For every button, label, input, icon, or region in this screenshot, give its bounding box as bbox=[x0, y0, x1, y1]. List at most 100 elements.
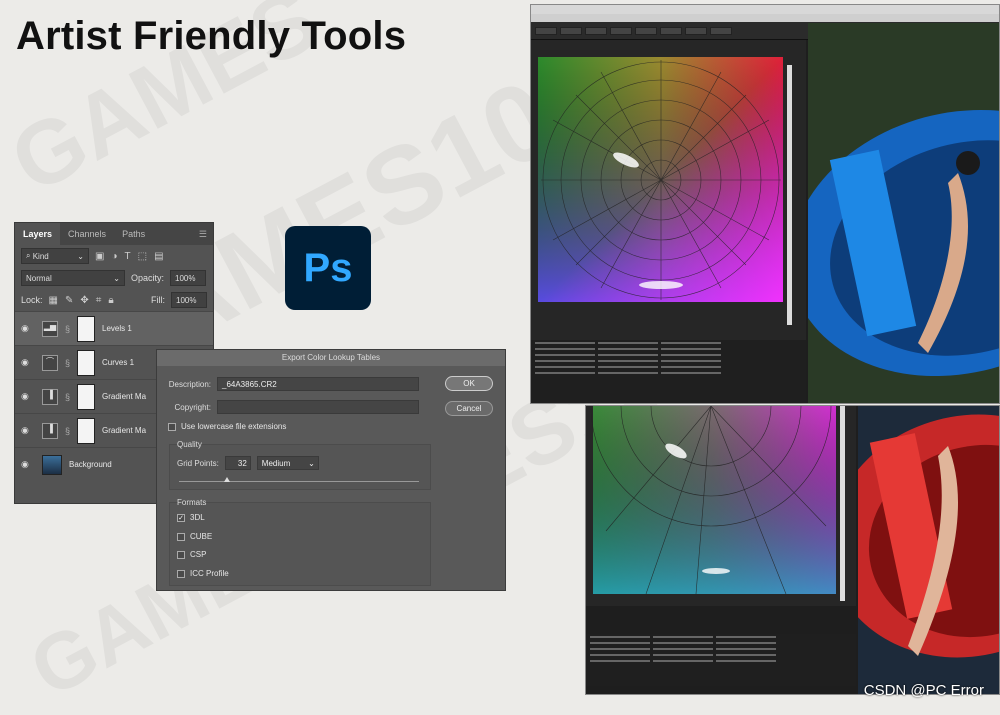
quality-slider-thumb[interactable] bbox=[224, 477, 230, 482]
toolbar-button[interactable] bbox=[660, 26, 682, 35]
lowercase-extensions-checkbox[interactable]: Use lowercase file extensions bbox=[168, 422, 286, 431]
cancel-button[interactable]: Cancel bbox=[445, 401, 493, 416]
color-grading-window-top bbox=[530, 4, 1000, 404]
photo-red-boat bbox=[858, 406, 999, 694]
link-icon: § bbox=[65, 425, 71, 436]
color-wheel-panel bbox=[586, 406, 856, 606]
format-csp-checkbox[interactable]: CSP bbox=[177, 550, 206, 559]
eye-icon[interactable]: ◉ bbox=[21, 459, 35, 470]
curves-adjustment-icon: ⌒ bbox=[42, 354, 58, 371]
photoshop-logo: Ps bbox=[285, 226, 371, 310]
quality-title: Quality bbox=[177, 440, 202, 449]
format-cube-checkbox[interactable]: CUBE bbox=[177, 532, 212, 541]
fill-field[interactable]: 100% bbox=[171, 292, 207, 308]
preview-image-red-boat bbox=[858, 406, 999, 694]
ok-button[interactable]: OK bbox=[445, 376, 493, 391]
preview-image-blue-boat bbox=[808, 23, 999, 403]
description-input[interactable]: _64A3865.CR2 bbox=[217, 377, 419, 391]
toolbar-button[interactable] bbox=[585, 26, 607, 35]
layer-mask-thumbnail[interactable] bbox=[77, 315, 96, 342]
grid-points-label: Grid Points: bbox=[177, 458, 219, 468]
link-icon: § bbox=[65, 323, 71, 334]
copyright-input[interactable] bbox=[217, 400, 419, 414]
layer-name: Levels 1 bbox=[102, 324, 132, 333]
filter-kind-select[interactable]: ⌕ Kind ⌄ bbox=[21, 248, 89, 264]
slide-title: Artist Friendly Tools bbox=[16, 14, 407, 58]
chevron-down-icon: ⌄ bbox=[113, 273, 120, 283]
adjustment-controls bbox=[531, 340, 806, 403]
smart-object-filter-icon[interactable]: ▤ bbox=[154, 251, 163, 262]
grid-points-input[interactable]: 32 bbox=[224, 456, 251, 470]
layers-panel-tabs: Layers Channels Paths ☰ bbox=[15, 223, 213, 245]
fill-label: Fill: bbox=[151, 295, 165, 305]
panel-menu-icon[interactable]: ☰ bbox=[199, 229, 207, 240]
grid-quality-select[interactable]: Medium ⌄ bbox=[256, 456, 319, 470]
checkbox-box[interactable] bbox=[168, 422, 176, 431]
toolbar-button[interactable] bbox=[685, 26, 707, 35]
lock-position-icon[interactable]: ✥ bbox=[80, 295, 88, 306]
link-icon: § bbox=[65, 391, 71, 402]
lock-paint-icon[interactable]: ✎ bbox=[65, 295, 73, 306]
lock-label: Lock: bbox=[21, 295, 43, 305]
layer-mask-thumbnail[interactable] bbox=[77, 349, 96, 376]
search-icon: ⌕ bbox=[26, 251, 33, 260]
color-mesh-graphic[interactable] bbox=[586, 406, 856, 606]
gradient-map-icon: ▐ bbox=[42, 422, 58, 439]
lock-artboard-icon[interactable]: ⌗ bbox=[96, 295, 102, 306]
toolbar-button[interactable] bbox=[710, 26, 732, 35]
checkbox-box[interactable]: ✓ bbox=[177, 513, 185, 522]
chevron-down-icon: ⌄ bbox=[308, 458, 315, 468]
layer-mask-thumbnail[interactable] bbox=[77, 383, 96, 410]
export-color-lookup-dialog: Export Color Lookup Tables Description: … bbox=[156, 349, 506, 591]
checkbox-box[interactable] bbox=[177, 569, 185, 578]
lock-pixels-icon[interactable]: ▦ bbox=[49, 295, 58, 306]
chevron-down-icon: ⌄ bbox=[77, 251, 84, 261]
image-filter-icon[interactable]: ▣ bbox=[95, 251, 104, 262]
tab-channels[interactable]: Channels bbox=[60, 223, 114, 245]
checkbox-box[interactable] bbox=[177, 532, 185, 541]
lock-all-icon[interactable]: 🔒︎ bbox=[108, 295, 113, 306]
toolbar-button[interactable] bbox=[535, 26, 557, 35]
dialog-title: Export Color Lookup Tables bbox=[157, 350, 505, 366]
shape-filter-icon[interactable]: ⬚ bbox=[138, 251, 147, 262]
eye-icon[interactable]: ◉ bbox=[21, 323, 35, 334]
window-titlebar bbox=[531, 5, 999, 14]
opacity-label: Opacity: bbox=[131, 273, 165, 283]
toolbar-button[interactable] bbox=[560, 26, 582, 35]
quality-slider-track[interactable] bbox=[179, 481, 419, 482]
checkbox-box[interactable] bbox=[177, 550, 185, 559]
layer-name: Background bbox=[69, 460, 112, 469]
formats-title: Formats bbox=[177, 498, 207, 507]
toolbar-button[interactable] bbox=[635, 26, 657, 35]
copyright-label: Copyright: bbox=[174, 402, 211, 412]
layer-name: Gradient Ma bbox=[102, 426, 147, 435]
photo-blue-boat bbox=[808, 23, 999, 403]
eye-icon[interactable]: ◉ bbox=[21, 425, 35, 436]
window-menubar bbox=[531, 14, 999, 22]
eye-icon[interactable]: ◉ bbox=[21, 357, 35, 368]
credit-watermark: CSDN @PC Error bbox=[863, 682, 984, 699]
tab-paths[interactable]: Paths bbox=[114, 223, 153, 245]
adjustment-filter-icon[interactable]: ◑ bbox=[111, 251, 117, 262]
layer-name: Gradient Ma bbox=[102, 392, 147, 401]
opacity-field[interactable]: 100% bbox=[170, 270, 207, 286]
toolbar-button[interactable] bbox=[610, 26, 632, 35]
color-grading-window-bottom bbox=[585, 405, 1000, 695]
link-icon: § bbox=[65, 357, 71, 368]
eye-icon[interactable]: ◉ bbox=[21, 391, 35, 402]
color-mesh-graphic[interactable] bbox=[531, 40, 806, 340]
format-icc-checkbox[interactable]: ICC Profile bbox=[177, 569, 229, 578]
layer-mask-thumbnail[interactable] bbox=[77, 417, 96, 444]
layer-name: Curves 1 bbox=[102, 358, 135, 367]
format-3dl-checkbox[interactable]: ✓ 3DL bbox=[177, 513, 205, 522]
description-label: Description: bbox=[168, 379, 211, 389]
color-wheel-panel bbox=[531, 40, 806, 340]
blend-mode-select[interactable]: Normal ⌄ bbox=[21, 270, 125, 286]
levels-adjustment-icon: ▂▅ bbox=[42, 320, 58, 337]
adjustment-controls bbox=[586, 634, 856, 686]
tab-layers[interactable]: Layers bbox=[15, 223, 61, 245]
background-thumbnail bbox=[42, 454, 62, 475]
type-filter-icon[interactable]: T bbox=[125, 251, 131, 262]
layer-row[interactable]: ◉ ▂▅ § Levels 1 bbox=[15, 311, 213, 345]
gradient-map-icon: ▐ bbox=[42, 388, 58, 405]
